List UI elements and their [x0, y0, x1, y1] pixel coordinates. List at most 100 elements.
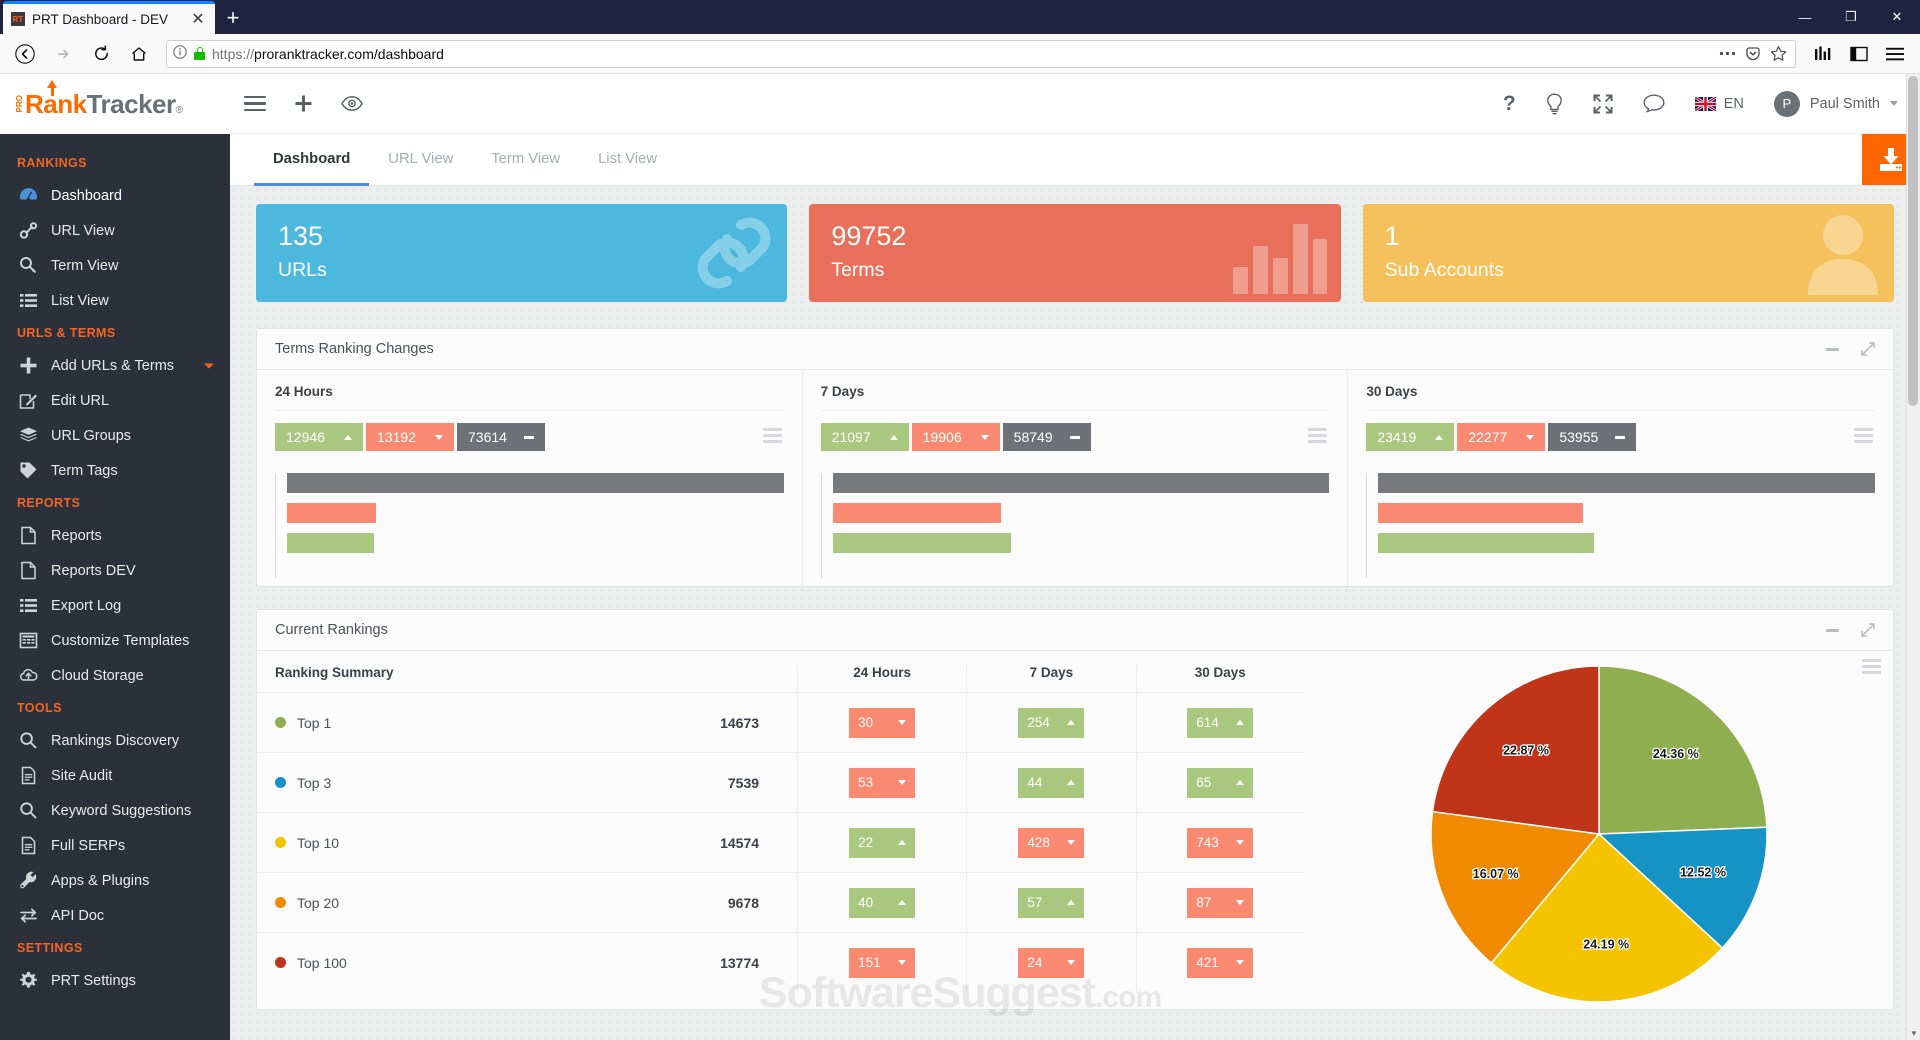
collapse-icon[interactable]: [1826, 347, 1839, 351]
browser-tab[interactable]: RT PRT Dashboard - DEV ✕: [3, 1, 215, 34]
sidebar-item-reports[interactable]: Reports: [0, 518, 230, 553]
stat-card-urls[interactable]: 135 URLs: [256, 204, 788, 302]
sidebar-item-rankings-discovery[interactable]: Rankings Discovery: [0, 723, 230, 758]
preview-eye-icon[interactable]: [341, 96, 363, 111]
sidebar-item-term-view[interactable]: Term View: [0, 248, 230, 283]
chat-bubble-icon[interactable]: [1643, 94, 1665, 113]
change-chip-down[interactable]: 53: [849, 767, 916, 798]
sidebar-item-site-audit[interactable]: Site Audit: [0, 758, 230, 793]
sidebar-item-reports-dev[interactable]: Reports DEV: [0, 553, 230, 588]
tab-term-view[interactable]: Term View: [472, 134, 579, 186]
change-pill-up[interactable]: 23419: [1366, 423, 1455, 451]
change-pill-down[interactable]: 13192: [366, 423, 454, 451]
lightbulb-icon[interactable]: [1546, 92, 1563, 115]
back-button[interactable]: [8, 38, 42, 70]
change-chip-down[interactable]: 428: [1018, 827, 1085, 858]
bar-no-change[interactable]: [1378, 473, 1876, 493]
sidebar-toggle-icon[interactable]: [1842, 38, 1876, 70]
change-pill-flat[interactable]: 58749: [1002, 423, 1091, 451]
bar-down[interactable]: [287, 503, 376, 523]
change-pill-up[interactable]: 21097: [820, 423, 909, 451]
page-actions-icon[interactable]: [1719, 51, 1736, 56]
change-chip-down[interactable]: 87: [1187, 887, 1254, 918]
bookmark-star-icon[interactable]: [1770, 45, 1787, 62]
change-chip-up[interactable]: 40: [849, 887, 916, 918]
change-pill-flat[interactable]: 73614: [457, 423, 545, 451]
minimize-window-icon[interactable]: —: [1782, 0, 1828, 34]
bar-no-change[interactable]: [832, 473, 1330, 493]
bar-up[interactable]: [287, 533, 375, 553]
pocket-icon[interactable]: [1745, 46, 1761, 62]
change-chip-down[interactable]: 24: [1018, 947, 1085, 978]
bar-no-change[interactable]: [287, 473, 784, 493]
change-chip-up[interactable]: 44: [1018, 767, 1085, 798]
expand-icon[interactable]: [1861, 623, 1875, 637]
change-pill-up[interactable]: 12946: [275, 423, 363, 451]
tab-dashboard[interactable]: Dashboard: [254, 134, 370, 186]
close-window-icon[interactable]: ✕: [1874, 0, 1920, 34]
change-pill-down[interactable]: 19906: [911, 423, 1000, 451]
sidebar-item-customize-templates[interactable]: Customize Templates: [0, 623, 230, 658]
sidebar-item-url-view[interactable]: URL View: [0, 213, 230, 248]
change-chip-down[interactable]: 30: [849, 707, 916, 738]
tab-list-view[interactable]: List View: [579, 134, 676, 186]
page-scrollbar[interactable]: ▲ ▼: [1906, 74, 1920, 1040]
change-chip-down[interactable]: 151: [849, 947, 916, 978]
sidebar-item-edit-url[interactable]: Edit URL: [0, 383, 230, 418]
sidebar-item-api-doc[interactable]: API Doc: [0, 898, 230, 933]
change-chip-up[interactable]: 614: [1187, 707, 1254, 738]
sidebar-item-apps-plugins[interactable]: Apps & Plugins: [0, 863, 230, 898]
sidebar-item-cloud-storage[interactable]: Cloud Storage: [0, 658, 230, 693]
chevron-down-icon[interactable]: [204, 363, 214, 368]
reload-button[interactable]: [84, 38, 118, 70]
expand-icon[interactable]: [1861, 342, 1875, 356]
sidebar-item-term-tags[interactable]: Term Tags: [0, 453, 230, 488]
library-icon[interactable]: [1806, 38, 1840, 70]
collapse-icon[interactable]: [1826, 628, 1839, 632]
close-tab-icon[interactable]: ✕: [189, 9, 207, 29]
sidebar-item-dashboard[interactable]: Dashboard: [0, 178, 230, 213]
chart-menu-icon[interactable]: [1854, 428, 1874, 443]
change-pill-down[interactable]: 22277: [1457, 423, 1546, 451]
sidebar-item-export-log[interactable]: Export Log: [0, 588, 230, 623]
sidebar-item-keyword-suggestions[interactable]: Keyword Suggestions: [0, 793, 230, 828]
sidebar-item-add-urls-terms[interactable]: Add URLs & Terms: [0, 348, 230, 383]
sidebar-item-list-view[interactable]: List View: [0, 283, 230, 318]
menu-toggle-icon[interactable]: [244, 95, 266, 112]
stat-card-terms[interactable]: 99752 Terms: [809, 204, 1341, 302]
sidebar-item-url-groups[interactable]: URL Groups: [0, 418, 230, 453]
chart-menu-icon[interactable]: [1308, 428, 1328, 443]
bar-up[interactable]: [1378, 533, 1594, 553]
change-chip-up[interactable]: 254: [1018, 707, 1085, 738]
chart-menu-icon[interactable]: [762, 428, 782, 443]
add-icon[interactable]: [294, 94, 313, 113]
change-chip-down[interactable]: 743: [1187, 827, 1254, 858]
scrollbar-thumb[interactable]: [1908, 76, 1918, 406]
new-tab-button[interactable]: +: [215, 1, 251, 34]
site-info-icon[interactable]: [173, 45, 187, 62]
fullscreen-expand-icon[interactable]: [1593, 94, 1613, 114]
home-button[interactable]: [122, 38, 156, 70]
bar-down[interactable]: [1378, 503, 1584, 523]
change-chip-up[interactable]: 57: [1018, 887, 1085, 918]
help-icon[interactable]: ?: [1503, 93, 1516, 114]
scroll-down-arrow-icon[interactable]: ▼: [1907, 1026, 1920, 1040]
address-bar[interactable]: https://proranktracker.com/dashboard: [166, 39, 1796, 68]
app-menu-icon[interactable]: [1878, 38, 1912, 70]
sidebar-item-prt-settings[interactable]: PRT Settings: [0, 963, 230, 998]
user-menu[interactable]: P Paul Smith: [1773, 90, 1898, 117]
change-chip-up[interactable]: 22: [849, 827, 916, 858]
app-logo[interactable]: PRO Rank Tracker ®: [0, 74, 230, 134]
change-chip-up[interactable]: 65: [1187, 767, 1254, 798]
forward-button[interactable]: [46, 38, 80, 70]
tab-url-view[interactable]: URL View: [369, 134, 472, 186]
change-chip-down[interactable]: 421: [1187, 947, 1254, 978]
stat-card-sub-accounts[interactable]: 1 Sub Accounts: [1362, 204, 1894, 302]
maximize-window-icon[interactable]: ❐: [1828, 0, 1874, 34]
sidebar-item-full-serps[interactable]: Full SERPs: [0, 828, 230, 863]
bar-down[interactable]: [832, 503, 1001, 523]
chart-menu-icon[interactable]: [1862, 659, 1881, 674]
change-pill-flat[interactable]: 53955: [1548, 423, 1637, 451]
bar-up[interactable]: [832, 533, 1012, 553]
language-selector[interactable]: EN: [1694, 96, 1744, 112]
